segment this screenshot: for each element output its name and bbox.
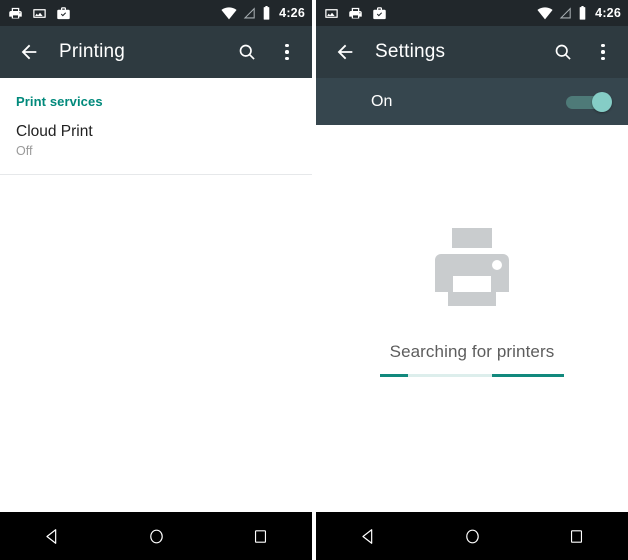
right-toolbar: Settings [316,26,628,78]
recents-square-icon[interactable] [549,512,603,560]
indeterminate-progress-bar [380,374,564,377]
screenshot-icon [324,6,339,21]
right-navigation-bar [316,512,628,560]
back-arrow-icon[interactable] [328,35,362,69]
overflow-menu-icon[interactable] [274,37,300,67]
signal-icon [243,6,256,20]
searching-status-text: Searching for printers [389,342,555,361]
right-status-bar: 4:26 [316,0,628,26]
printer-icon [348,6,363,21]
left-status-notification-icons [8,6,71,21]
search-icon[interactable] [234,37,260,67]
list-divider [0,174,312,175]
home-circle-icon[interactable] [445,512,499,560]
page-title: Settings [375,41,446,62]
searching-empty-state: Searching for printers [316,228,628,377]
list-item[interactable]: Cloud Print Off [0,109,312,169]
service-enable-toggle-row[interactable]: On [316,78,628,125]
left-toolbar-actions [234,37,300,67]
left-status-bar: 4:26 [0,0,312,26]
list-item-title: Cloud Print [16,123,93,140]
screenshot-root: 4:26 Printing Print services Cloud Print… [0,0,628,560]
progress-segment-left [380,374,408,377]
printer-icon [8,6,23,21]
battery-icon [578,6,587,20]
battery-icon [262,6,271,20]
list-item-subtitle: Off [16,144,33,158]
section-header-print-services: Print services [16,94,103,109]
wifi-icon [221,6,237,20]
progress-segment-right [492,374,564,377]
signal-icon [559,6,572,20]
search-icon[interactable] [550,37,576,67]
status-bar-clock: 4:26 [595,6,621,20]
recents-square-icon[interactable] [233,512,287,560]
left-content: Print services Cloud Print Off [0,78,312,175]
screenshot-icon [32,6,47,21]
wifi-icon [537,6,553,20]
right-toolbar-actions [550,37,616,67]
overflow-menu-icon[interactable] [590,37,616,67]
left-navigation-bar [0,512,312,560]
work-profile-icon [372,6,387,21]
left-status-system-icons: 4:26 [221,6,305,20]
toggle-label: On [371,92,393,110]
page-title: Printing [59,41,126,62]
left-toolbar: Printing [0,26,312,78]
printer-illustration [435,228,509,306]
work-profile-icon [56,6,71,21]
right-status-notification-icons [324,6,387,21]
switch-thumb [592,91,612,112]
right-phone-screen: 4:26 Settings On Searching for printers [316,0,628,560]
status-bar-clock: 4:26 [279,6,305,20]
back-arrow-icon[interactable] [12,35,46,69]
back-triangle-icon[interactable] [25,512,79,560]
right-status-system-icons: 4:26 [537,6,621,20]
home-circle-icon[interactable] [129,512,183,560]
service-toggle-switch[interactable] [566,91,612,112]
back-triangle-icon[interactable] [341,512,395,560]
left-phone-screen: 4:26 Printing Print services Cloud Print… [0,0,312,560]
